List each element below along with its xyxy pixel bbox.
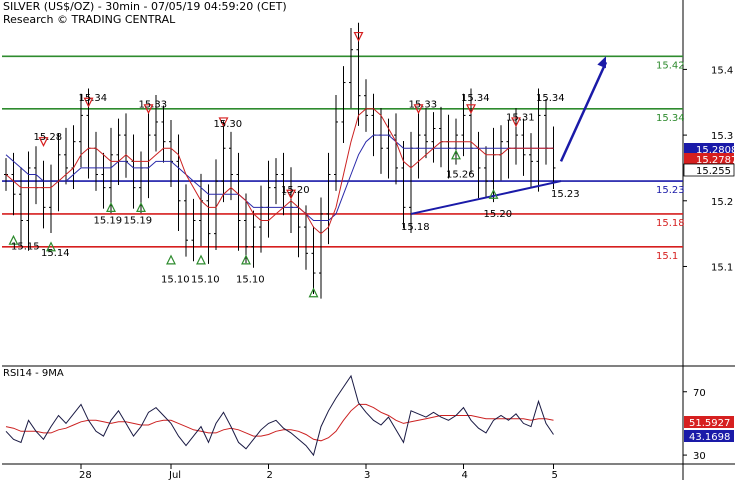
x-tick-label: 2 — [267, 470, 273, 480]
y-tick-label: 15.4 — [711, 65, 733, 76]
current-price-label: 15.255 — [696, 166, 731, 177]
x-tick-label: 5 — [552, 470, 558, 480]
swing-low-marker — [166, 254, 176, 265]
price-annotation: 15.10 — [191, 274, 220, 285]
level-label: 15.23 — [656, 185, 685, 196]
x-tick-label: Jul — [168, 470, 181, 480]
price-rsi-chart: 15.415.315.215.1703028 Jul 2 3 4 515.4215.341… — [2, 0, 735, 480]
price-annotation: 15.28 — [34, 132, 63, 143]
level-label: 15.1 — [656, 251, 678, 262]
rsi-value-label: 43.1698 — [689, 432, 730, 443]
y-tick-label: 15.2 — [711, 197, 733, 208]
level-label: 15.42 — [656, 60, 685, 71]
price-annotation: 15.31 — [506, 113, 535, 124]
price-annotation: 15.30 — [214, 119, 243, 130]
rsi-tick-label: 70 — [693, 388, 706, 399]
y-tick-label: 15.3 — [711, 131, 733, 142]
price-annotation: 15.14 — [41, 248, 70, 259]
y-tick-label: 15.1 — [711, 262, 733, 273]
price-annotation: 15.34 — [536, 93, 565, 104]
price-annotation: 15.18 — [401, 222, 430, 233]
price-annotation: 15.20 — [484, 209, 513, 220]
level-label: 15.18 — [656, 218, 685, 229]
price-annotation: 15.34 — [461, 93, 490, 104]
price-annotation: 15.19 — [94, 215, 123, 226]
price-annotation: 15.26 — [446, 169, 475, 180]
forecast-arrow-shaft — [559, 61, 608, 162]
x-tick-label: 4 — [462, 470, 468, 480]
price-annotation: 15.10 — [161, 274, 190, 285]
price-annotation: 15.33 — [139, 99, 168, 110]
price-annotation: 15.10 — [236, 274, 265, 285]
price-annotation: 15.19 — [124, 215, 153, 226]
price-annotation: 15.33 — [409, 99, 438, 110]
price-annotation: 15.20 — [281, 185, 310, 196]
x-tick-label: 28 — [79, 470, 92, 480]
price-annotation: 15.15 — [11, 242, 40, 253]
swing-low-marker — [196, 254, 206, 265]
rsi-tick-label: 30 — [693, 451, 706, 462]
rsi-ma-line — [5, 403, 554, 442]
price-annotation: 15.34 — [79, 93, 108, 104]
price-annotation: 15.23 — [551, 189, 580, 200]
forecast-arrow-head — [597, 56, 606, 69]
rsi-value-label: 51.5927 — [689, 418, 730, 429]
x-tick-label: 3 — [364, 470, 370, 480]
level-label: 15.34 — [656, 113, 685, 124]
